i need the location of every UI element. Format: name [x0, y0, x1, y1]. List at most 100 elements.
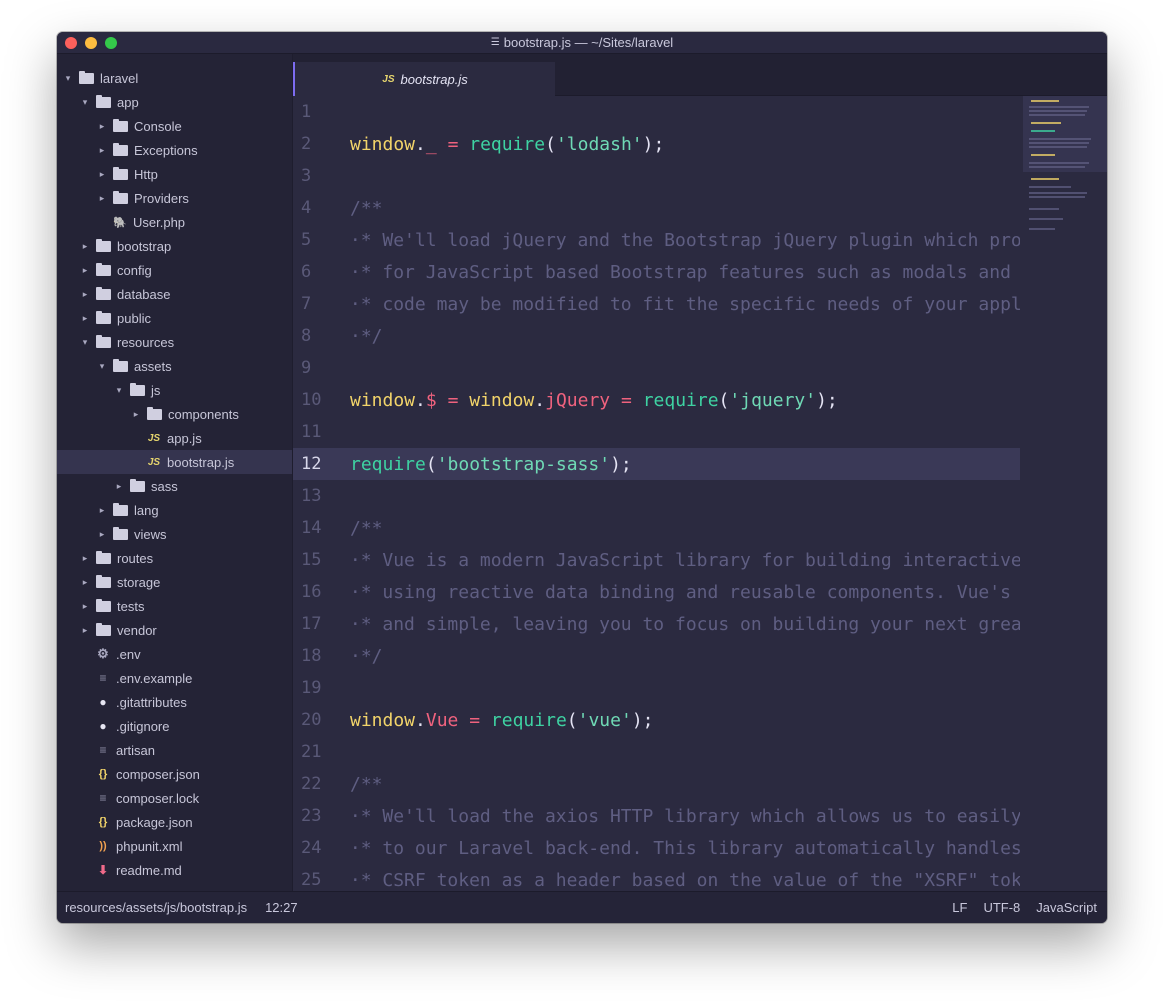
- tree-file-item[interactable]: JS bootstrap.js: [57, 450, 292, 474]
- tree-folder-item[interactable]: ▸ lang: [57, 498, 292, 522]
- code-line[interactable]: 25 ·* CSRF token as a header based on the…: [293, 864, 1020, 891]
- code-line[interactable]: 17 ·* and simple, leaving you to focus on…: [293, 608, 1020, 640]
- tree-folder-item[interactable]: ▸ views: [57, 522, 292, 546]
- line-number[interactable]: 17: [293, 614, 350, 634]
- tree-file-item[interactable]: ≡ .env.example: [57, 666, 292, 690]
- code-text[interactable]: require('bootstrap-sass');: [350, 454, 632, 475]
- tree-file-item[interactable]: 🐘 User.php: [57, 210, 292, 234]
- chevron-right-icon[interactable]: ▸: [80, 241, 90, 252]
- chevron-right-icon[interactable]: ▸: [80, 265, 90, 276]
- code-line[interactable]: 21: [293, 736, 1020, 768]
- chevron-down-icon[interactable]: ▾: [114, 385, 124, 396]
- zoom-window-button[interactable]: [105, 37, 117, 49]
- tree-file-item[interactable]: )) phpunit.xml: [57, 834, 292, 858]
- tree-folder-item[interactable]: ▸ routes: [57, 546, 292, 570]
- code-line[interactable]: 7 ·* code may be modified to fit the spec…: [293, 288, 1020, 320]
- line-number[interactable]: 13: [293, 486, 350, 506]
- line-number[interactable]: 8: [293, 326, 350, 346]
- tree-folder-item[interactable]: ▸ sass: [57, 474, 292, 498]
- code-line[interactable]: 4/**: [293, 192, 1020, 224]
- tree-file-item[interactable]: ≡ composer.lock: [57, 786, 292, 810]
- tree-folder-item[interactable]: ▾ resources: [57, 330, 292, 354]
- line-number[interactable]: 3: [293, 166, 350, 186]
- tree-file-item[interactable]: ● .gitattributes: [57, 690, 292, 714]
- tab-bootstrap-js[interactable]: JS bootstrap.js: [293, 62, 555, 96]
- code-text[interactable]: ·* code may be modified to fit the speci…: [350, 294, 1020, 315]
- code-text[interactable]: window._ = require('lodash');: [350, 134, 664, 155]
- tree-file-item[interactable]: ● .gitignore: [57, 714, 292, 738]
- code-line[interactable]: 13: [293, 480, 1020, 512]
- line-number[interactable]: 10: [293, 390, 350, 410]
- tree-file-item[interactable]: ⬇ readme.md: [57, 858, 292, 882]
- line-number[interactable]: 1: [293, 102, 350, 122]
- code-line[interactable]: 22/**: [293, 768, 1020, 800]
- tree-folder-item[interactable]: ▸ components: [57, 402, 292, 426]
- tree-folder-item[interactable]: ▸ Exceptions: [57, 138, 292, 162]
- chevron-down-icon[interactable]: ▾: [80, 337, 90, 348]
- tree-file-item[interactable]: ≡ artisan: [57, 738, 292, 762]
- code-text[interactable]: ·* CSRF token as a header based on the v…: [350, 870, 1020, 891]
- code-line[interactable]: 18 ·*/: [293, 640, 1020, 672]
- status-cursor-position[interactable]: 12:27: [265, 900, 298, 915]
- code-text[interactable]: ·*/: [350, 326, 383, 347]
- chevron-right-icon[interactable]: ▸: [97, 169, 107, 180]
- code-line[interactable]: 9: [293, 352, 1020, 384]
- code-text[interactable]: /**: [350, 774, 383, 795]
- line-number[interactable]: 5: [293, 230, 350, 250]
- code-text[interactable]: /**: [350, 198, 383, 219]
- tree-folder-item[interactable]: ▸ bootstrap: [57, 234, 292, 258]
- tree-folder-item[interactable]: ▸ database: [57, 282, 292, 306]
- tree-folder-item[interactable]: ▸ storage: [57, 570, 292, 594]
- tree-folder-item[interactable]: ▾ js: [57, 378, 292, 402]
- code-line[interactable]: 16 ·* using reactive data binding and reu…: [293, 576, 1020, 608]
- chevron-down-icon[interactable]: ▾: [80, 97, 90, 108]
- tree-file-item[interactable]: JS app.js: [57, 426, 292, 450]
- status-grammar[interactable]: JavaScript: [1036, 900, 1097, 915]
- code-text[interactable]: ·* for JavaScript based Bootstrap featur…: [350, 262, 1020, 283]
- line-number[interactable]: 18: [293, 646, 350, 666]
- chevron-right-icon[interactable]: ▸: [97, 529, 107, 540]
- minimap[interactable]: [1023, 96, 1107, 891]
- tree-file-item[interactable]: ⚙ .env: [57, 642, 292, 666]
- code-line[interactable]: 6 ·* for JavaScript based Bootstrap featu…: [293, 256, 1020, 288]
- code-line[interactable]: 20 window.Vue = require('vue');: [293, 704, 1020, 736]
- tree-folder-item[interactable]: ▸ vendor: [57, 618, 292, 642]
- code-text[interactable]: ·* using reactive data binding and reusa…: [350, 582, 1020, 603]
- status-file-path[interactable]: resources/assets/js/bootstrap.js: [65, 900, 247, 915]
- code-line[interactable]: 10 window.$ = window.jQuery = require('jq…: [293, 384, 1020, 416]
- code-text[interactable]: /**: [350, 518, 383, 539]
- title-bar[interactable]: ☰ bootstrap.js — ~/Sites/laravel: [57, 32, 1107, 54]
- line-number[interactable]: 7: [293, 294, 350, 314]
- code-line[interactable]: 15 ·* Vue is a modern JavaScript library …: [293, 544, 1020, 576]
- code-text[interactable]: ·* to our Laravel back-end. This library…: [350, 838, 1020, 859]
- line-number[interactable]: 21: [293, 742, 350, 762]
- code-line[interactable]: 1: [293, 96, 1020, 128]
- status-line-ending[interactable]: LF: [952, 900, 967, 915]
- line-number[interactable]: 19: [293, 678, 350, 698]
- tree-folder-item[interactable]: ▸ tests: [57, 594, 292, 618]
- tree-folder-item[interactable]: ▾ app: [57, 90, 292, 114]
- minimize-window-button[interactable]: [85, 37, 97, 49]
- chevron-right-icon[interactable]: ▸: [114, 481, 124, 492]
- line-number[interactable]: 2: [293, 134, 350, 154]
- code-text[interactable]: ·* and simple, leaving you to focus on b…: [350, 614, 1020, 635]
- code-text[interactable]: ·* Vue is a modern JavaScript library fo…: [350, 550, 1020, 571]
- chevron-right-icon[interactable]: ▸: [80, 553, 90, 564]
- tree-folder-item[interactable]: ▸ Http: [57, 162, 292, 186]
- code-line[interactable]: 19: [293, 672, 1020, 704]
- line-number[interactable]: 16: [293, 582, 350, 602]
- chevron-right-icon[interactable]: ▸: [80, 577, 90, 588]
- status-encoding[interactable]: UTF-8: [983, 900, 1020, 915]
- tree-folder-item[interactable]: ▸ public: [57, 306, 292, 330]
- code-text[interactable]: ·* We'll load jQuery and the Bootstrap j…: [350, 230, 1020, 251]
- code-text[interactable]: window.$ = window.jQuery = require('jque…: [350, 390, 838, 411]
- line-number[interactable]: 9: [293, 358, 350, 378]
- code-line[interactable]: 11: [293, 416, 1020, 448]
- code-line[interactable]: 24 ·* to our Laravel back-end. This libra…: [293, 832, 1020, 864]
- chevron-right-icon[interactable]: ▸: [131, 409, 141, 420]
- tree-folder-item[interactable]: ▸ Console: [57, 114, 292, 138]
- line-number[interactable]: 23: [293, 806, 350, 826]
- chevron-right-icon[interactable]: ▸: [80, 313, 90, 324]
- chevron-right-icon[interactable]: ▸: [80, 289, 90, 300]
- line-number[interactable]: 15: [293, 550, 350, 570]
